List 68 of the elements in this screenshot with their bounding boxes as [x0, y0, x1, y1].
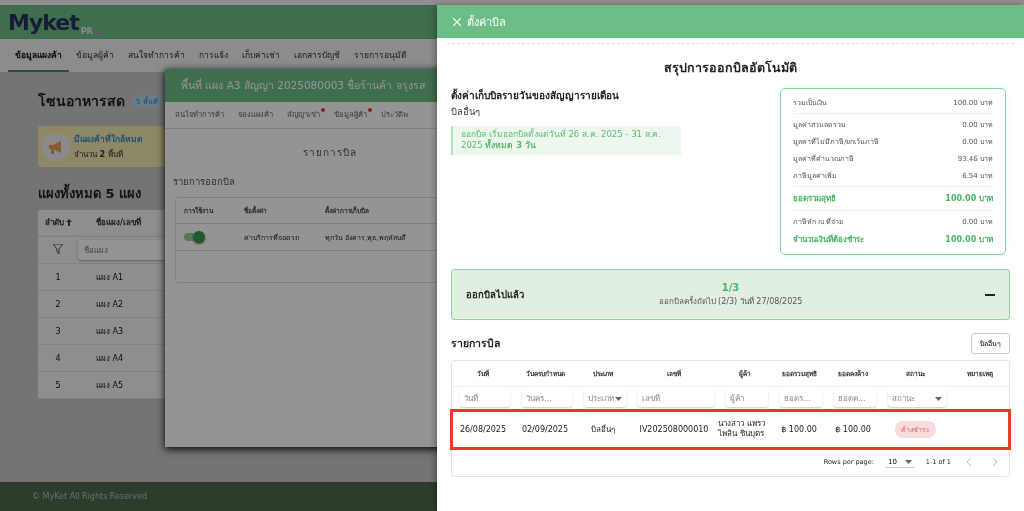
- table-cell-text: 1: [54, 272, 62, 282]
- summary-value: 100.00 บาท: [945, 193, 993, 205]
- filter-select[interactable]: สถานะ: [888, 390, 946, 407]
- table-cell-text: แผง A3: [95, 325, 125, 338]
- alert-text: จำนวน 2 พื้นที่: [74, 148, 124, 161]
- caret-icon: [615, 396, 622, 401]
- summary-heading: สรุปการออกบิลอัตโนมัติ: [663, 59, 798, 78]
- caret-icon: [935, 396, 942, 401]
- setting-type: บิลอื่นๆ: [451, 104, 481, 119]
- nav-tab[interactable]: การแจ้ง: [192, 39, 235, 72]
- filter-field[interactable]: ผู้ค้า: [726, 390, 768, 407]
- column-header[interactable]: ลำดับ: [44, 216, 64, 229]
- collapse-icon[interactable]: [985, 293, 995, 296]
- nav-tab[interactable]: ข้อมูลแผงค้า: [8, 39, 69, 72]
- nav-tab[interactable]: ข้อมูลผู้ค้า: [69, 39, 121, 72]
- table-cell-text: แผง A1: [95, 271, 125, 284]
- nav-tab[interactable]: เก็บค่าเช่า: [235, 39, 287, 72]
- summary-label: ยอดรวมสุทธิ: [793, 193, 836, 205]
- logo-subtext: PR: [80, 27, 93, 36]
- stalls-title: แผงทั้งหมด 5 แผง: [38, 183, 142, 204]
- filter-field[interactable]: วันที่: [460, 390, 510, 407]
- progress-label: ออกบิลไปแล้ว: [466, 288, 525, 302]
- table-cell-text: ฿ 100.00: [780, 424, 818, 434]
- filter-icon[interactable]: [53, 244, 63, 254]
- table-cell-text: ฿ 100.00: [834, 424, 872, 434]
- close-icon[interactable]: [453, 17, 461, 26]
- table-cell-text: แผง A5: [95, 379, 125, 392]
- billing-note: ออกบิล เริ่มออกบิลตั้งแต่วันที่ 26 ส.ค. 2025 - 31 ส.ค. 2025 ทั้งหมด 3 วัน: [451, 126, 681, 155]
- footer-text: © MyKet All Rights Reserved: [32, 492, 148, 501]
- filter-field[interactable]: ยอดร…: [780, 390, 822, 407]
- table-cell-text: 02/09/2025: [520, 424, 570, 434]
- nav-tab[interactable]: เอกสารบัญชี: [287, 39, 347, 72]
- next-bill-text: ออกบิลครั้งถัดไป (2/3) วันที่ 27/08/2025: [658, 295, 803, 308]
- summary-value: 100.00 บาท: [945, 234, 993, 246]
- caret-icon: [904, 459, 912, 464]
- filter-field[interactable]: วันคร…: [522, 390, 572, 407]
- modal-title: พื้นที่ แผง A3 สัญญา 2025080003 ชื่อร้านค้า จรุงรส: [181, 77, 425, 94]
- setting-title: ตั้งค่าเก็บบิลรายวันของสัญญารายเดือน: [451, 88, 620, 103]
- megaphone-icon: [42, 132, 70, 161]
- table-cell-text: 3: [54, 326, 62, 336]
- nav-tab[interactable]: สนใจทำการค้า: [121, 39, 192, 72]
- table-cell-text: บิลอื่นๆ: [590, 423, 616, 436]
- logo-pie-icon: [93, 28, 102, 36]
- toggle-switch[interactable]: [184, 233, 204, 241]
- table-cell-text: แผง A2: [95, 298, 125, 311]
- table-cell-text: 4: [54, 353, 62, 363]
- progress-count: 1/3: [720, 281, 741, 293]
- filter-field[interactable]: ยอดค…: [834, 390, 876, 407]
- nav-tab[interactable]: รายการอนุมัติ: [347, 39, 414, 72]
- filter-field[interactable]: ชื่อแผง: [78, 240, 165, 260]
- bills-title: รายการบิล: [451, 336, 500, 351]
- table-cell-text: แผง A4: [95, 352, 125, 365]
- alert-title: มีแผงค้าที่ใกล้หมด: [74, 132, 143, 146]
- sort-up-icon[interactable]: [65, 219, 72, 226]
- filter-select[interactable]: ประเภท: [584, 390, 626, 407]
- table-cell-text: นางสาว แพรวไพลิน ชินบุตร: [718, 418, 766, 440]
- table-cell-text: 2: [54, 299, 62, 309]
- column-header[interactable]: ชื่อแผง/เลขที่: [96, 216, 141, 229]
- modal-heading: รายการบิล: [302, 146, 358, 160]
- zone-title: โซนอาหารสด: [38, 91, 125, 111]
- logo-text: Myket: [8, 9, 79, 35]
- filter-field[interactable]: เลขที่: [638, 390, 714, 407]
- table-cell-text: IV202508000010: [638, 424, 710, 434]
- section-title: รายการออกบิล: [172, 175, 236, 189]
- table-cell-text: 5: [54, 380, 62, 390]
- summary-label: จำนวนเงินที่ต้องชำระ: [793, 233, 864, 246]
- table-cell-text: 26/08/2025: [458, 424, 508, 434]
- drawer-title: ตั้งค่าบิล: [467, 14, 506, 31]
